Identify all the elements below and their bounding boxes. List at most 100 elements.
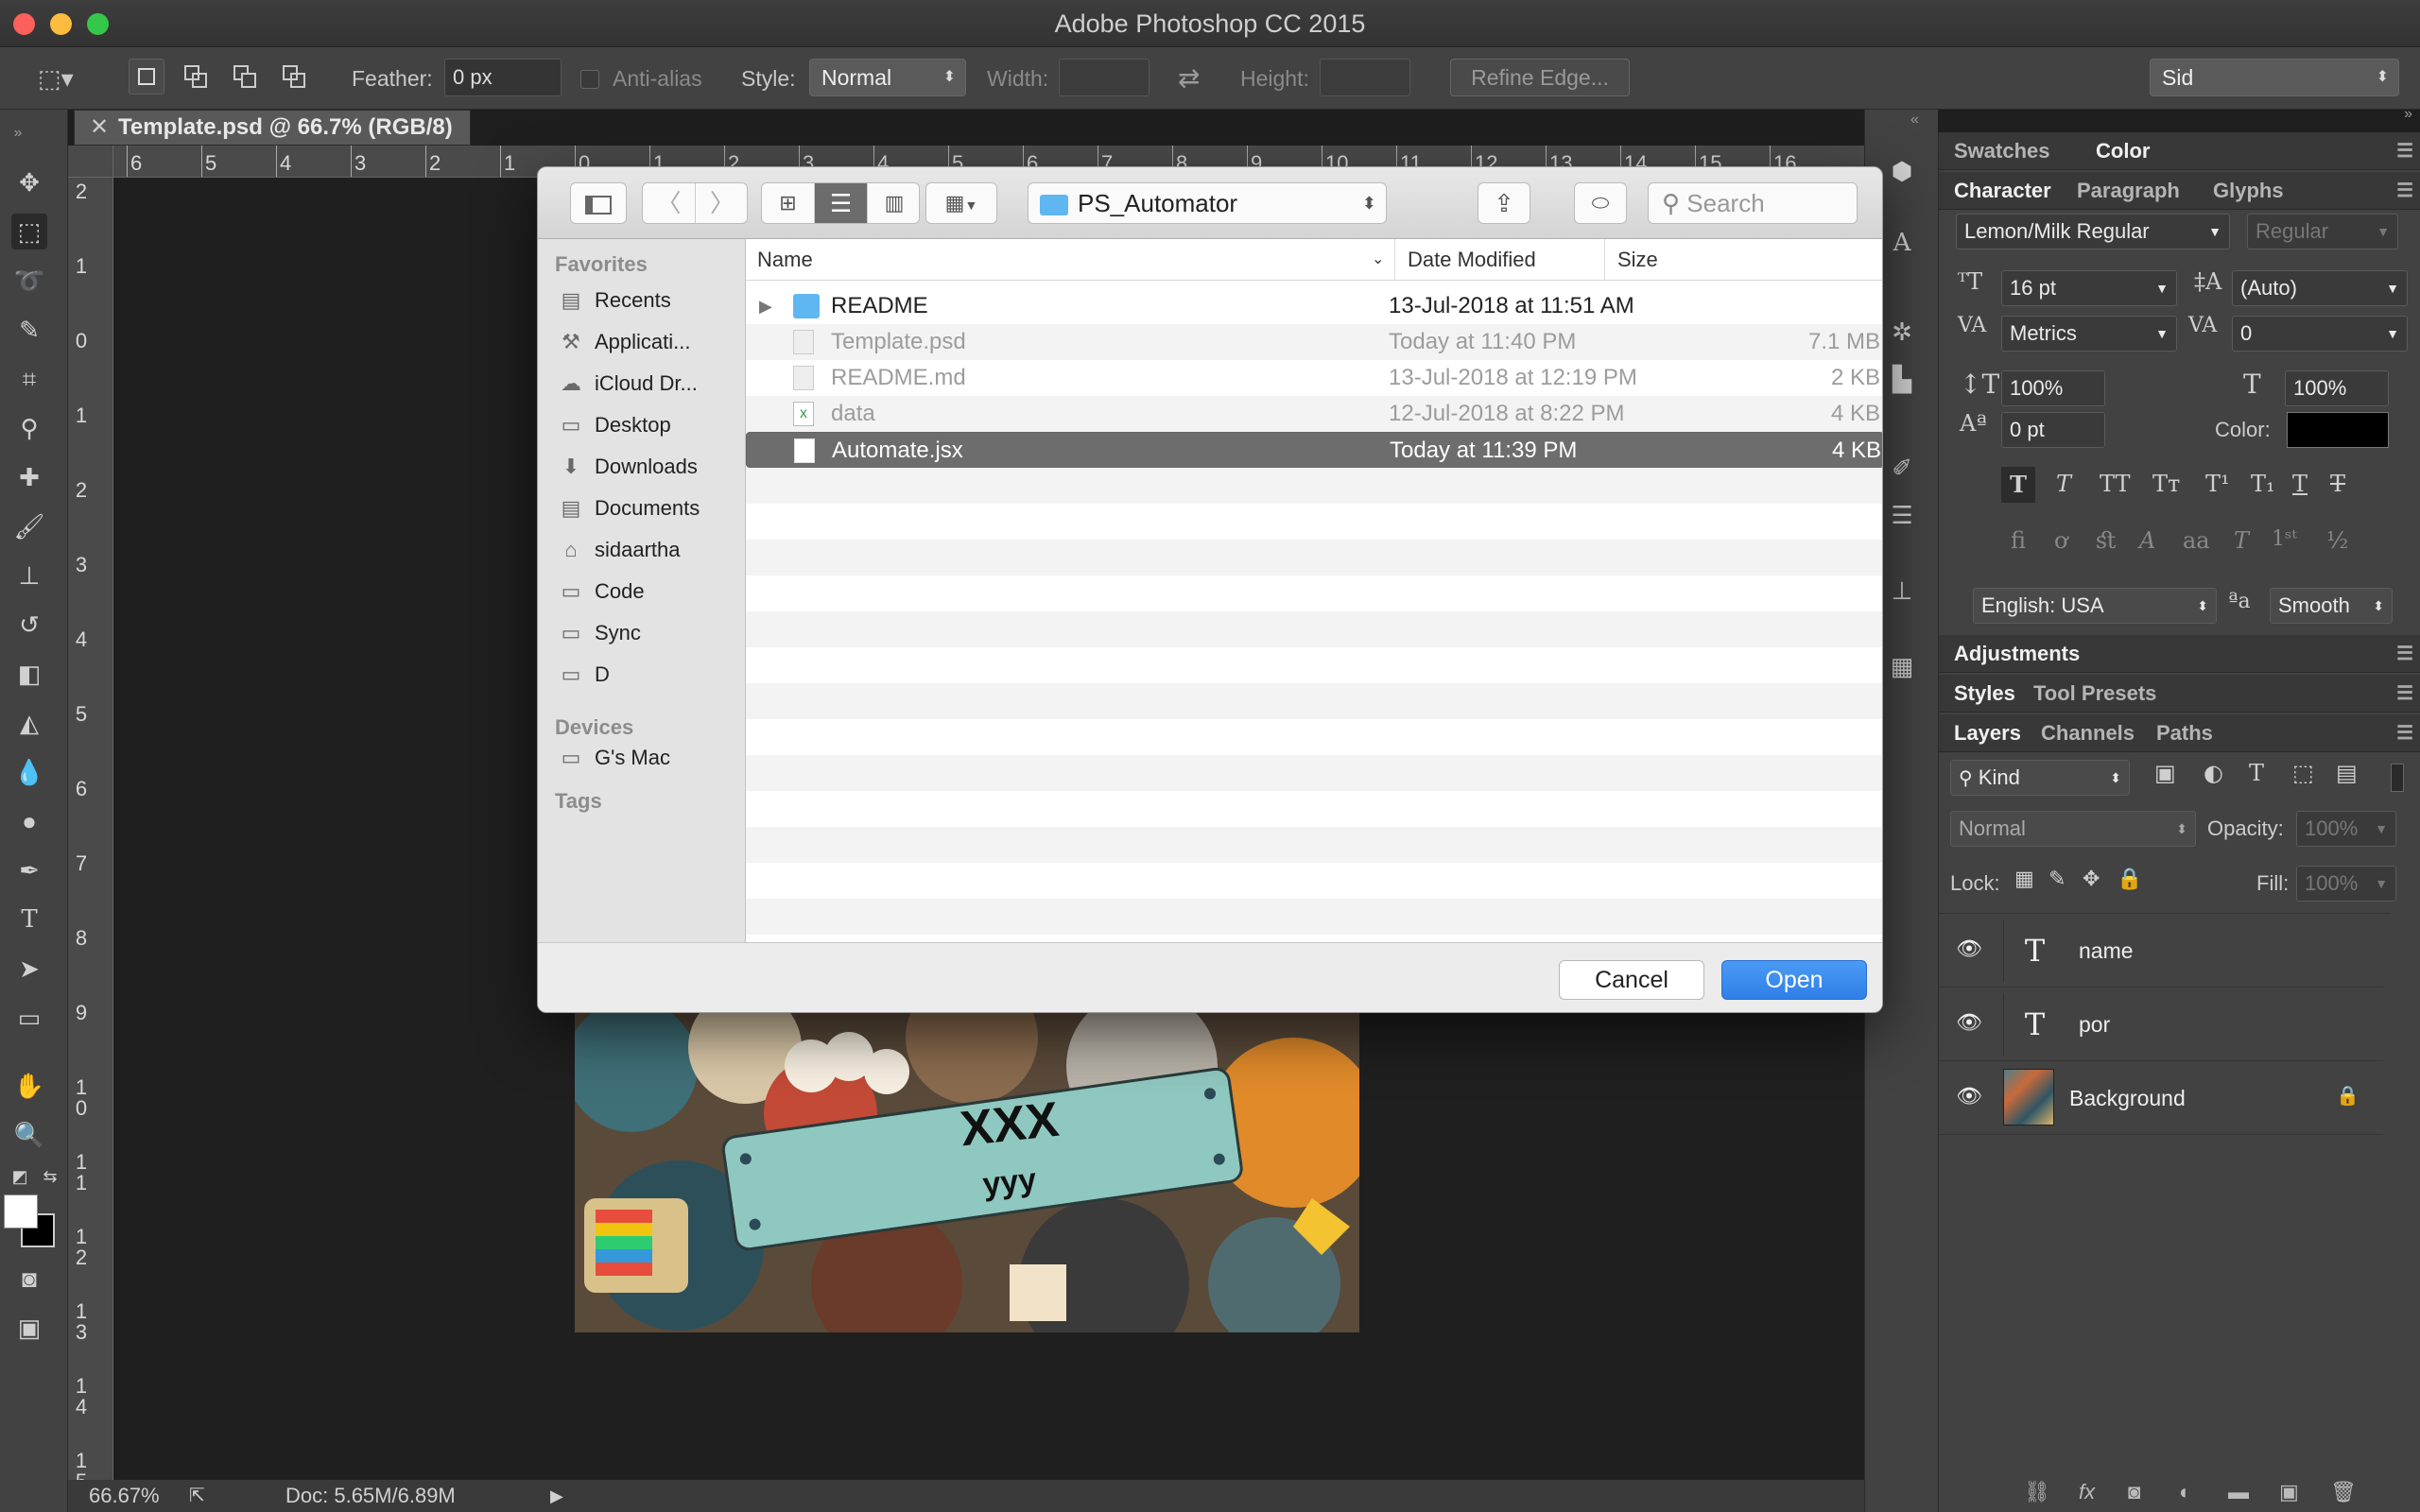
screen-mode-icon[interactable]: ▣ (11, 1310, 47, 1346)
sidebar-item-desktop[interactable]: ▭ Desktop (555, 405, 740, 445)
delete-layer-icon[interactable]: 🗑 (2330, 1480, 2357, 1504)
font-style-select[interactable]: Regular ▼ (2247, 214, 2398, 249)
eraser-tool-icon[interactable]: ◧ (11, 656, 47, 692)
layer-name[interactable]: name (2079, 938, 2134, 964)
stylistic-alternates-icon[interactable]: A (2139, 527, 2155, 554)
histogram-panel-icon[interactable]: ▙ (1884, 361, 1920, 397)
sidebar-item-recents[interactable]: ▤ Recents (555, 281, 740, 320)
tab-layers[interactable]: Layers (1954, 714, 2021, 752)
visibility-eye-icon[interactable]: 👁 (1956, 936, 1982, 961)
new-group-icon[interactable]: ▬ (2228, 1480, 2249, 1504)
refine-edge-button[interactable]: Refine Edge... (1450, 59, 1630, 96)
tab-styles[interactable]: Styles (1954, 675, 2015, 713)
column-name[interactable]: Name (757, 239, 813, 281)
ordinals-alt-icon[interactable]: T (2234, 527, 2249, 554)
collapse-arrows-icon[interactable]: « (1910, 112, 1919, 129)
new-layer-icon[interactable]: ▣ (2279, 1480, 2299, 1504)
filter-adjustment-icon[interactable]: ◐ (2204, 760, 2223, 786)
adjustment-layer-icon[interactable]: ◐ (2179, 1480, 2191, 1504)
layer-row[interactable]: 👁 T por (1939, 988, 2383, 1061)
path-selection-tool-icon[interactable]: ➤ (11, 951, 47, 987)
style-select[interactable]: Normal ⬍ (809, 59, 966, 96)
layer-row[interactable]: 👁 T name (1939, 914, 2383, 988)
subscript-icon[interactable]: T₁ (2251, 471, 2275, 497)
dodge-tool-icon[interactable]: ● (11, 803, 47, 839)
file-row[interactable]: Template.psd Today at 11:40 PM 7.1 MB (746, 324, 1882, 360)
fill-input[interactable]: 100% ▼ (2296, 866, 2396, 902)
vertical-ruler[interactable]: 210123456789101112131415 (68, 178, 113, 1492)
crop-tool-icon[interactable]: ⌗ (11, 361, 47, 397)
ruler-origin[interactable] (68, 146, 113, 178)
open-button[interactable]: Open (1721, 960, 1867, 1000)
layer-name[interactable]: por (2079, 1012, 2110, 1038)
tab-color[interactable]: Color (2096, 132, 2150, 170)
opacity-input[interactable]: 100% ▼ (2296, 811, 2396, 847)
file-row[interactable]: x data 12-Jul-2018 at 8:22 PM 4 KB (746, 396, 1882, 432)
tab-adjustments[interactable]: Adjustments (1954, 635, 2080, 673)
clone-stamp-tool-icon[interactable]: ⊥ (11, 558, 47, 593)
layer-row[interactable]: 👁 Background 🔒 (1939, 1061, 2383, 1135)
panel-menu-icon[interactable]: ☰ (2396, 635, 2413, 673)
sidebar-item-sidaartha[interactable]: ⌂ sidaartha (555, 530, 740, 570)
tracking-input[interactable]: 0 ▼ (2232, 316, 2408, 352)
height-input[interactable] (1320, 59, 1410, 96)
text-color-swatch[interactable] (2287, 412, 2389, 448)
zoom-tool-icon[interactable]: 🔍 (11, 1117, 47, 1153)
hand-tool-icon[interactable]: ✋ (11, 1068, 47, 1104)
faux-bold-icon[interactable]: T (2001, 467, 2035, 503)
brush-panel-icon[interactable]: ✐ (1884, 450, 1920, 486)
filter-shape-icon[interactable]: ⬚ (2292, 760, 2314, 786)
back-button[interactable]: 〈 (643, 183, 696, 223)
font-family-select[interactable]: Lemon/Milk Regular ▼ (1956, 214, 2230, 249)
minimize-window-button[interactable] (50, 13, 72, 35)
new-selection-button[interactable] (129, 59, 164, 94)
location-select[interactable]: PS_Automator ⬍ (1028, 182, 1387, 224)
tab-character[interactable]: Character (1954, 172, 2051, 210)
link-layers-icon[interactable]: ⛓ (2024, 1480, 2050, 1504)
underline-icon[interactable]: T (2292, 471, 2308, 497)
add-selection-button[interactable] (178, 59, 214, 94)
history-brush-tool-icon[interactable]: ↺ (11, 607, 47, 643)
layer-filter-select[interactable]: ⚲ Kind ⬍ (1950, 760, 2130, 796)
lock-all-icon[interactable]: 🔒 (2117, 868, 2142, 891)
filter-pixel-icon[interactable]: ▣ (2154, 760, 2176, 786)
ligatures-icon[interactable]: ﬁ (2011, 527, 2026, 554)
visibility-eye-icon[interactable]: 👁 (1956, 1084, 1982, 1108)
sidebar-item-downloads[interactable]: ⬇ Downloads (555, 447, 740, 487)
panel-menu-icon[interactable]: ☰ (2396, 172, 2413, 210)
tag-button[interactable]: ⬭ (1574, 182, 1627, 224)
antialias-select[interactable]: Smooth ⬍ (2270, 588, 2393, 624)
layer-name[interactable]: Background (2069, 1086, 2186, 1111)
zoom-window-button[interactable] (87, 13, 109, 35)
horizontal-scale-input[interactable]: 100% (2285, 370, 2389, 406)
intersect-selection-button[interactable] (276, 59, 312, 94)
superscript-icon[interactable]: T¹ (2205, 471, 2230, 497)
quick-mask-icon[interactable]: ◙ (11, 1261, 47, 1297)
share-button[interactable]: ⇪ (1478, 182, 1530, 224)
file-row[interactable]: Automate.jsx Today at 11:39 PM 4 KB (746, 432, 1882, 468)
column-size[interactable]: Size (1617, 239, 1658, 281)
visibility-eye-icon[interactable]: 👁 (1956, 1010, 1982, 1035)
tool-presets-panel-icon[interactable]: ▦ (1884, 648, 1920, 684)
sidebar-toggle-button[interactable] (570, 182, 627, 224)
feather-input[interactable]: 0 px (444, 59, 562, 96)
faux-italic-icon[interactable]: T (2056, 471, 2071, 497)
paint-bucket-tool-icon[interactable]: ◭ (11, 705, 47, 741)
list-view-icon[interactable]: ☰ (815, 183, 868, 223)
all-caps-icon[interactable]: TT (2100, 471, 2130, 497)
sidebar-item-g-mac[interactable]: ▭ G's Mac (555, 738, 740, 778)
rectangular-marquee-tool-icon[interactable]: ⬚ (11, 214, 47, 249)
anti-alias-checkbox[interactable] (580, 70, 599, 89)
fractions-icon[interactable]: ½ (2326, 527, 2348, 554)
ordinals-icon[interactable]: 1ˢᵗ (2272, 527, 2297, 551)
kerning-select[interactable]: Metrics ▼ (2001, 316, 2177, 352)
sidebar-item-sync[interactable]: ▭ Sync (555, 613, 740, 653)
disclosure-triangle-icon[interactable]: ▶ (759, 288, 772, 324)
strikethrough-icon[interactable]: T (2330, 471, 2345, 497)
sidebar-item-applicati[interactable]: ⚒ Applicati... (555, 322, 740, 362)
swap-icon[interactable]: ⇄ (1178, 47, 1200, 110)
properties-panel-icon[interactable]: ☰ (1884, 497, 1920, 533)
eyedropper-tool-icon[interactable]: ⚲ (11, 410, 47, 446)
close-window-button[interactable] (13, 13, 35, 35)
icon-view-icon[interactable]: ⊞ (762, 183, 815, 223)
